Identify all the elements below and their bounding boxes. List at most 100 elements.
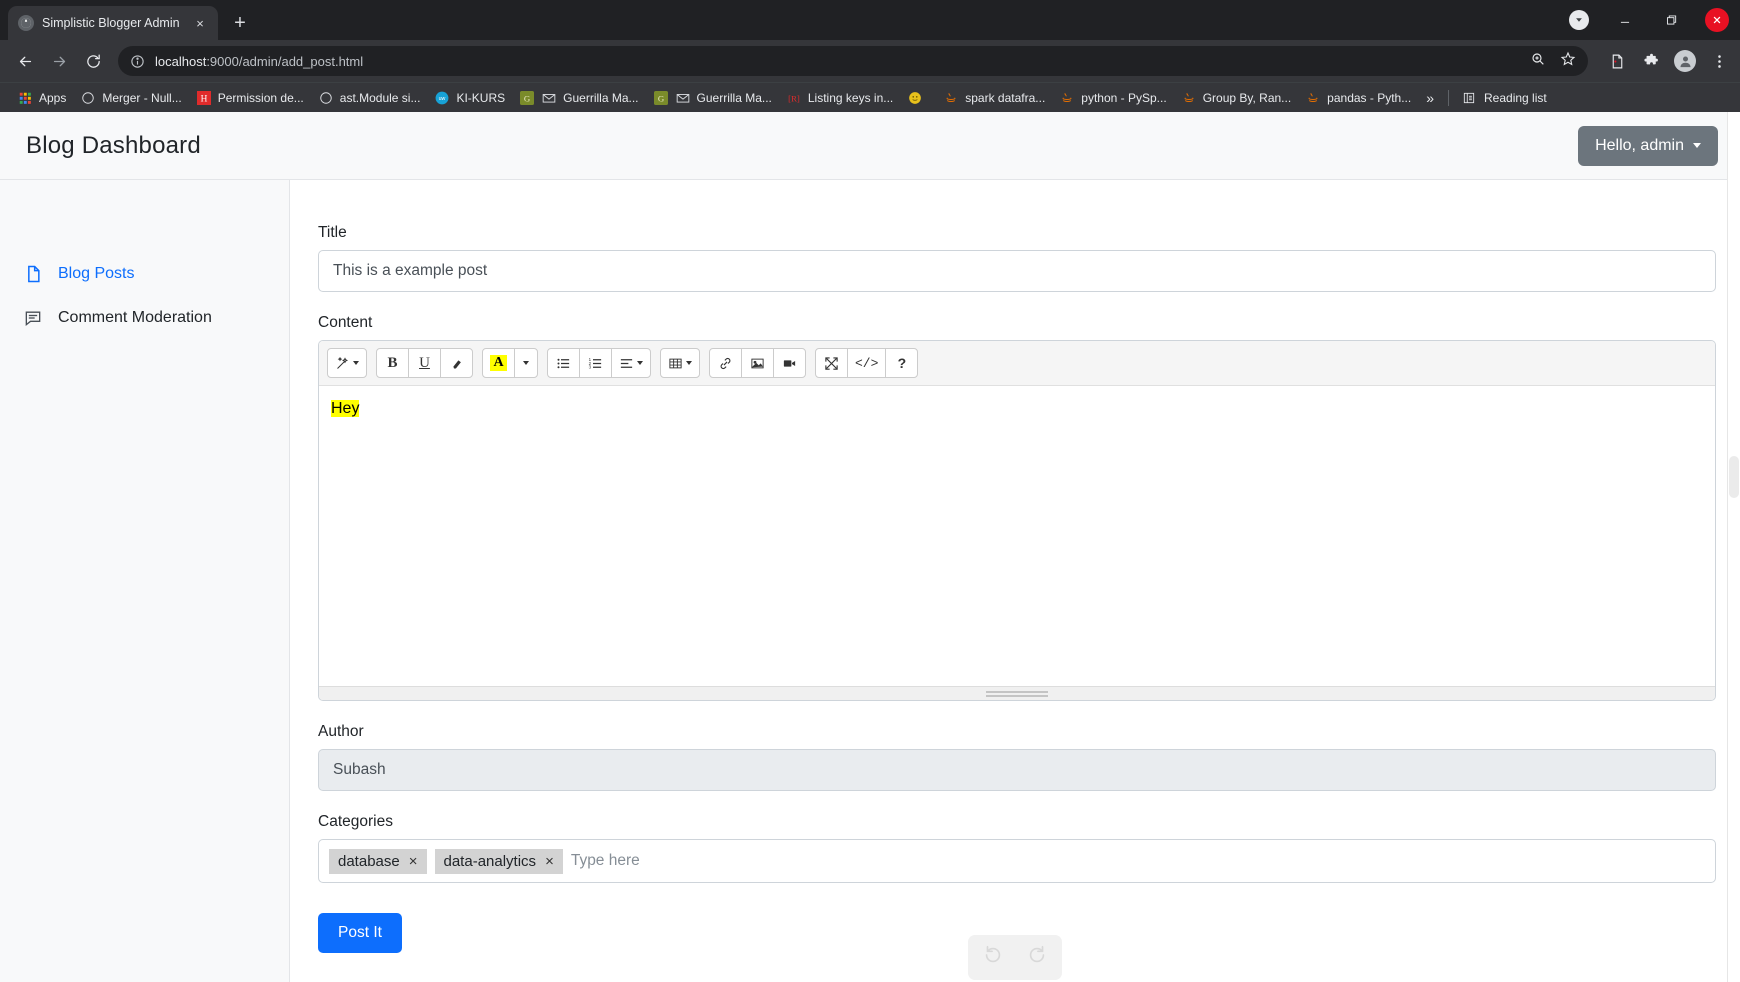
- category-tag-label: database: [338, 852, 400, 870]
- svg-text:G: G: [524, 93, 531, 103]
- categories-input[interactable]: database × data-analytics × Type here: [318, 839, 1716, 883]
- app-body: Blog Posts Comment Moderation Title This…: [0, 180, 1740, 982]
- svg-text:G: G: [657, 93, 664, 103]
- sidebar-item-label: Blog Posts: [58, 265, 135, 282]
- fullscreen-icon[interactable]: [815, 348, 848, 378]
- bold-icon[interactable]: B: [376, 348, 409, 378]
- zoom-icon[interactable]: [1530, 51, 1546, 72]
- editor-toolbar: B U A 1 2 3 </> ?: [319, 341, 1715, 386]
- bookmark-label: Apps: [39, 90, 67, 105]
- minimize-button[interactable]: [1602, 0, 1648, 40]
- omnibox-actions: [1598, 50, 1730, 72]
- r-bracket-icon: [R]: [786, 90, 802, 106]
- tab-close-icon[interactable]: ×: [192, 15, 208, 31]
- extension-badge-icon[interactable]: [1556, 0, 1602, 40]
- table-icon[interactable]: [660, 348, 700, 378]
- remove-tag-icon[interactable]: ×: [545, 853, 554, 870]
- bookmark-item[interactable]: pandas - Pyth...: [1298, 87, 1418, 109]
- bookmark-item[interactable]: H Permission de...: [189, 87, 311, 109]
- code-view-icon[interactable]: </>: [847, 348, 887, 378]
- sidebar-item-blog-posts[interactable]: Blog Posts: [0, 252, 289, 296]
- profile-avatar-icon[interactable]: [1674, 50, 1696, 72]
- table-group: [660, 348, 700, 378]
- java-icon: [1181, 90, 1197, 106]
- post-it-button[interactable]: Post It: [318, 913, 402, 953]
- bookmarks-overflow-icon[interactable]: »: [1418, 90, 1442, 106]
- mail-icon: [675, 90, 691, 106]
- site-info-icon[interactable]: [130, 54, 145, 69]
- font-color-group: A: [482, 348, 538, 378]
- link-icon[interactable]: [709, 348, 742, 378]
- reload-icon[interactable]: [78, 46, 108, 76]
- bookmark-label: Merger - Null...: [102, 90, 182, 105]
- category-tag[interactable]: data-analytics ×: [434, 848, 563, 874]
- reading-list-label: Reading list: [1484, 90, 1547, 105]
- magic-style-icon[interactable]: [327, 348, 367, 378]
- bookmark-item[interactable]: uw KI-KURS: [427, 87, 512, 109]
- smiley-icon: [907, 90, 923, 106]
- ordered-list-icon[interactable]: 123: [579, 348, 612, 378]
- reading-list-button[interactable]: Reading list: [1455, 87, 1553, 109]
- paragraph-align-icon[interactable]: [611, 348, 651, 378]
- chevron-down-icon: [637, 361, 643, 365]
- font-color-icon[interactable]: A: [482, 348, 515, 378]
- maximize-button[interactable]: [1648, 0, 1694, 40]
- author-input: Subash: [318, 749, 1716, 791]
- close-window-button[interactable]: [1694, 0, 1740, 40]
- sidebar-item-label: Comment Moderation: [58, 309, 212, 326]
- category-tag[interactable]: database ×: [329, 848, 427, 874]
- eraser-icon[interactable]: [440, 348, 473, 378]
- new-tab-button[interactable]: +: [226, 9, 254, 37]
- mail-icon: [541, 90, 557, 106]
- bookmark-item[interactable]: spark datafra...: [936, 87, 1052, 109]
- bookmark-item[interactable]: python - PySp...: [1052, 87, 1173, 109]
- chevron-down-icon: [1693, 143, 1701, 148]
- page-scrollbar[interactable]: [1727, 112, 1740, 982]
- bookmark-item[interactable]: Apps: [10, 87, 73, 109]
- bookmark-item[interactable]: [900, 87, 936, 109]
- picture-icon[interactable]: [741, 348, 774, 378]
- sidebar: Blog Posts Comment Moderation: [0, 180, 290, 982]
- guerrilla-g-icon: G: [519, 90, 535, 106]
- back-arrow-icon[interactable]: [10, 46, 40, 76]
- h-red-icon: H: [196, 90, 212, 106]
- author-label: Author: [318, 723, 364, 740]
- floating-history-widget: [968, 935, 1062, 980]
- categories-label: Categories: [318, 813, 393, 830]
- bookmark-item[interactable]: [R] Listing keys in...: [779, 87, 900, 109]
- redo-icon[interactable]: [1026, 944, 1048, 971]
- editor-content-area[interactable]: Hey: [319, 386, 1715, 686]
- address-bar[interactable]: localhost:9000/admin/add_post.html: [118, 46, 1588, 76]
- content-label: Content: [318, 314, 373, 331]
- user-menu-button[interactable]: Hello, admin: [1578, 125, 1718, 166]
- chevron-down-icon: [686, 361, 692, 365]
- bookmark-label: Group By, Ran...: [1202, 90, 1292, 105]
- browser-menu-icon[interactable]: [1708, 50, 1730, 72]
- underline-icon[interactable]: U: [408, 348, 441, 378]
- unordered-list-icon[interactable]: [547, 348, 580, 378]
- tab-title: Simplistic Blogger Admin: [42, 16, 180, 30]
- bookmark-item[interactable]: Merger - Null...: [73, 87, 188, 109]
- bookmark-item[interactable]: G Guerrilla Ma...: [512, 87, 645, 109]
- video-icon[interactable]: [773, 348, 806, 378]
- page-viewport: Blog Dashboard Hello, admin Blog Posts C…: [0, 112, 1740, 982]
- bookmark-star-icon[interactable]: [1560, 51, 1576, 72]
- sidebar-item-comment-moderation[interactable]: Comment Moderation: [0, 296, 289, 340]
- bookmark-item[interactable]: ast.Module si...: [311, 87, 428, 109]
- help-icon[interactable]: ?: [885, 348, 919, 378]
- browser-tab[interactable]: Simplistic Blogger Admin ×: [8, 6, 218, 40]
- font-color-dropdown-icon[interactable]: [514, 348, 538, 378]
- extensions-puzzle-icon[interactable]: [1640, 50, 1662, 72]
- java-icon: [943, 90, 959, 106]
- bookmark-item[interactable]: G Guerrilla Ma...: [646, 87, 779, 109]
- bookmark-item[interactable]: Group By, Ran...: [1174, 87, 1298, 109]
- page-scrollbar-thumb[interactable]: [1729, 456, 1739, 498]
- title-input[interactable]: This is a example post: [318, 250, 1716, 292]
- undo-icon[interactable]: [982, 944, 1004, 971]
- reading-mode-icon[interactable]: [1606, 50, 1628, 72]
- editor-resize-handle[interactable]: [319, 686, 1715, 700]
- chevron-down-icon: [353, 361, 359, 365]
- svg-text:[R]: [R]: [788, 93, 800, 103]
- remove-tag-icon[interactable]: ×: [409, 853, 418, 870]
- forward-arrow-icon[interactable]: [44, 46, 74, 76]
